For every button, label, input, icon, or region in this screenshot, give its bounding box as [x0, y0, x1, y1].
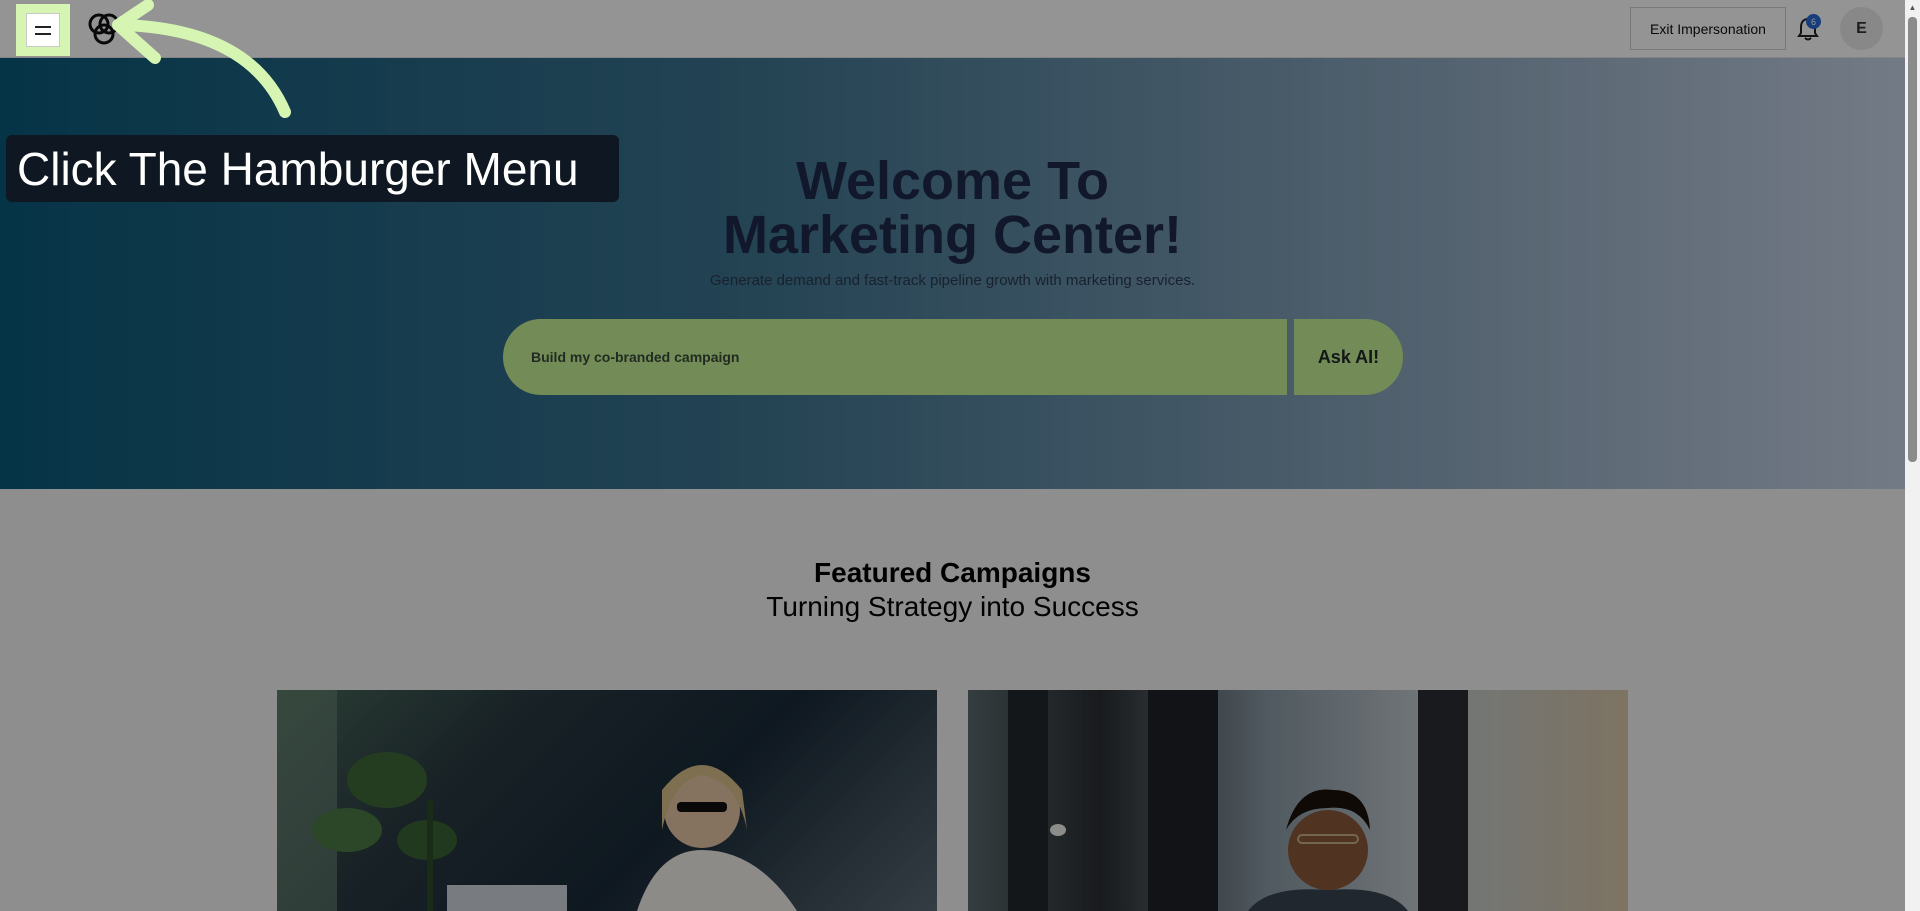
- featured-campaigns-subtitle: Turning Strategy into Success: [766, 591, 1139, 622]
- hamburger-highlight[interactable]: [16, 4, 70, 56]
- campaign-image-woman-laptop: [277, 690, 797, 911]
- notification-count-badge: 6: [1806, 14, 1821, 29]
- guide-arrow-icon: [112, 0, 291, 118]
- ask-ai-input[interactable]: Build my co-branded campaign: [503, 319, 1287, 395]
- scrollbar-thumb[interactable]: [1908, 17, 1917, 462]
- campaign-card-2[interactable]: [968, 690, 1628, 911]
- hamburger-icon: [26, 13, 60, 47]
- campaign-card-1[interactable]: [277, 690, 937, 911]
- hero-subtitle: Generate demand and fast-track pipeline …: [709, 272, 1196, 289]
- ask-ai-bar: Build my co-branded campaign Ask AI!: [503, 319, 1403, 395]
- exit-impersonation-button[interactable]: Exit Impersonation: [1630, 7, 1786, 50]
- guide-tooltip: Click The Hamburger Menu: [6, 135, 619, 202]
- featured-campaigns-title: Featured Campaigns: [814, 557, 1091, 588]
- hero-title-line-2: Marketing Center!: [722, 205, 1183, 265]
- scroll-up-arrow-icon[interactable]: ▲: [1905, 0, 1920, 15]
- campaign-image-man-thinking: [1008, 690, 1468, 911]
- ask-ai-button[interactable]: Ask AI!: [1294, 319, 1403, 395]
- user-avatar[interactable]: E: [1840, 7, 1883, 50]
